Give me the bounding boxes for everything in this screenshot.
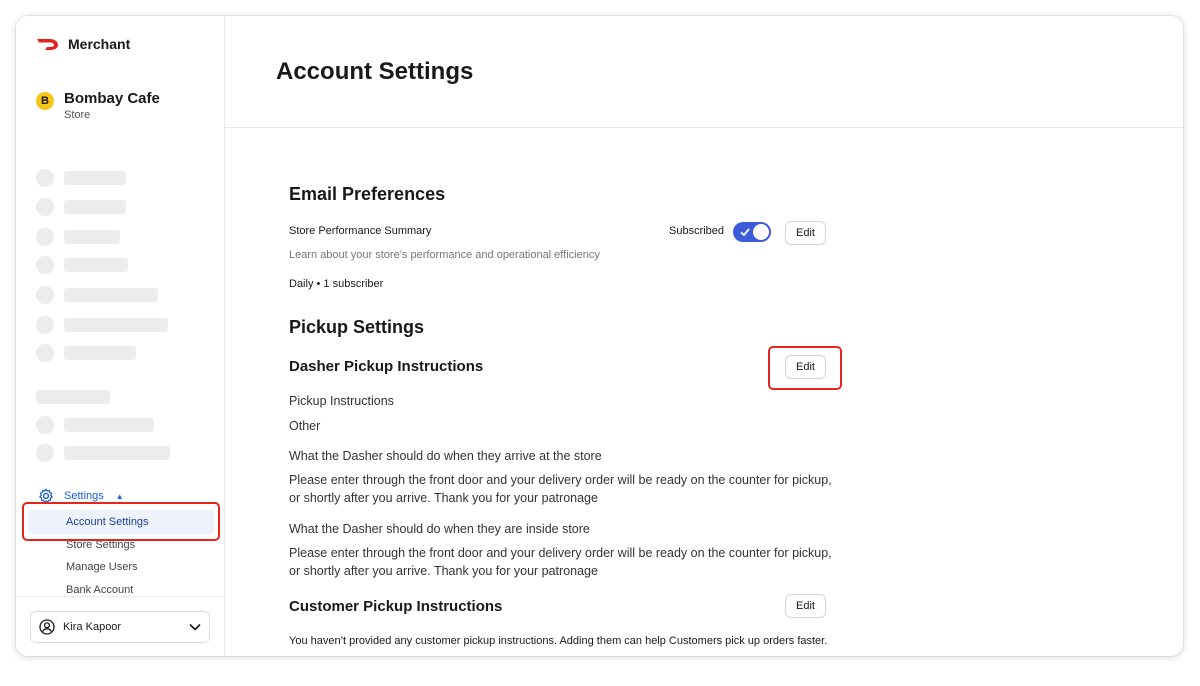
email-edit-button[interactable]: Edit: [785, 221, 826, 245]
nav-placeholder: [36, 256, 128, 274]
sidebar-item-bank-account[interactable]: Bank Account: [66, 584, 133, 596]
nav-placeholder: [36, 444, 170, 462]
user-name: Kira Kapoor: [63, 621, 122, 633]
dasher-pickup-heading: Dasher Pickup Instructions: [289, 358, 484, 375]
nav-placeholder: [36, 198, 126, 216]
email-item-title: Store Performance Summary: [289, 225, 432, 237]
email-frequency: Daily • 1 subscriber: [289, 278, 384, 290]
store-name: Bombay Cafe: [64, 90, 160, 107]
inside-text: Please enter through the front door and …: [289, 546, 832, 578]
chevron-up-icon: ▲: [115, 491, 124, 501]
check-icon: [740, 228, 750, 237]
store-type: Store: [64, 109, 91, 121]
page-header: Account Settings: [225, 16, 1183, 128]
nav-section-placeholder: [36, 390, 110, 404]
pickup-instructions-value: Other: [289, 419, 321, 433]
pickup-instructions-label: Pickup Instructions: [289, 394, 394, 408]
user-avatar-icon: [39, 619, 55, 635]
email-item-description: Learn about your store’s performance and…: [289, 249, 600, 261]
nav-placeholder: [36, 228, 120, 246]
sidebar-item-manage-users[interactable]: Manage Users: [66, 561, 138, 573]
pickup-settings-heading: Pickup Settings: [289, 317, 425, 337]
arrive-label: What the Dasher should do when they arri…: [289, 449, 602, 463]
brand-name: Merchant: [68, 36, 131, 52]
user-menu-button[interactable]: Kira Kapoor: [30, 611, 210, 643]
sidebar: Merchant B Bombay Cafe Store Settings ▲: [16, 16, 225, 656]
app-window: Merchant B Bombay Cafe Store Settings ▲: [16, 16, 1183, 656]
toggle-knob: [753, 224, 769, 240]
nav-placeholder: [36, 286, 158, 304]
email-preferences-heading: Email Preferences: [289, 184, 446, 204]
main-content: Account Settings Email Preferences Store…: [225, 16, 1183, 656]
user-area: Kira Kapoor: [16, 596, 224, 656]
settings-label: Settings: [64, 490, 104, 502]
highlight-account-settings: [22, 502, 220, 541]
customer-empty-text: You haven’t provided any customer pickup…: [289, 635, 828, 647]
nav-placeholder: [36, 344, 136, 362]
arrive-text: Please enter through the front door and …: [289, 473, 832, 505]
nav-placeholder: [36, 169, 126, 187]
highlight-dasher-edit: [768, 346, 842, 390]
nav-placeholder: [36, 416, 154, 434]
subscription-toggle[interactable]: [733, 222, 771, 242]
store-avatar: B: [36, 92, 54, 110]
subscription-status: Subscribed: [669, 225, 725, 237]
page-title: Account Settings: [276, 58, 474, 85]
chevron-down-icon: [189, 623, 201, 631]
customer-edit-button[interactable]: Edit: [785, 594, 826, 618]
store-selector[interactable]: B Bombay Cafe Store: [36, 90, 160, 121]
brand[interactable]: Merchant: [36, 36, 130, 52]
customer-pickup-heading: Customer Pickup Instructions: [289, 598, 503, 615]
doordash-logo-icon: [37, 39, 58, 50]
nav-placeholder: [36, 316, 168, 334]
inside-label: What the Dasher should do when they are …: [289, 522, 590, 536]
